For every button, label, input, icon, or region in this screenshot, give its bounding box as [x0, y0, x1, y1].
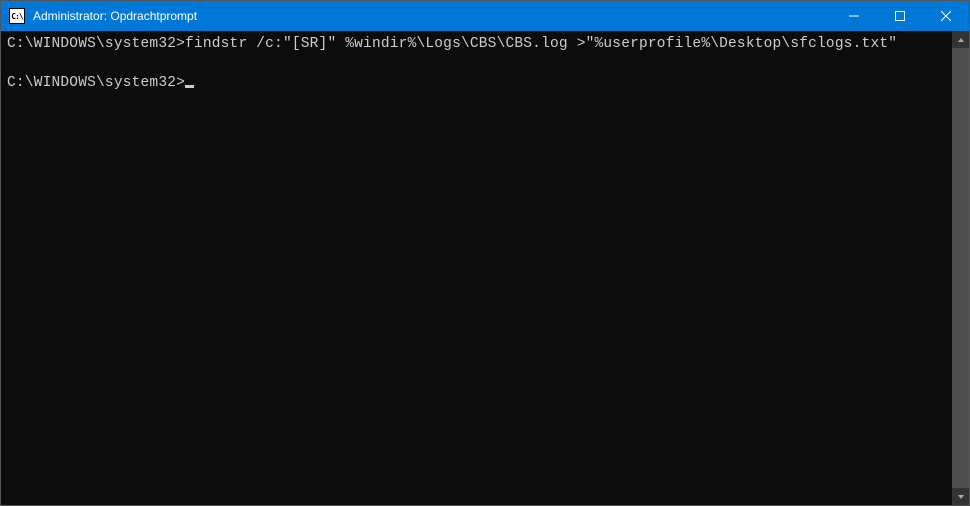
terminal-container: C:\WINDOWS\system32>findstr /c:"[SR]" %w…	[1, 31, 969, 505]
scrollbar[interactable]	[952, 31, 969, 505]
close-button[interactable]	[923, 1, 969, 31]
titlebar[interactable]: C:\ Administrator: Opdrachtprompt	[1, 1, 969, 31]
cursor	[185, 85, 194, 88]
scroll-up-button[interactable]	[952, 31, 969, 48]
cmd-icon: C:\	[9, 8, 25, 24]
window-controls	[831, 1, 969, 31]
terminal-output[interactable]: C:\WINDOWS\system32>findstr /c:"[SR]" %w…	[1, 31, 952, 505]
scroll-down-button[interactable]	[952, 488, 969, 505]
maximize-button[interactable]	[877, 1, 923, 31]
minimize-button[interactable]	[831, 1, 877, 31]
command-line: C:\WINDOWS\system32>findstr /c:"[SR]" %w…	[7, 35, 950, 55]
prompt: C:\WINDOWS\system32>	[7, 75, 185, 91]
command-line: C:\WINDOWS\system32>	[7, 74, 950, 94]
scrollbar-thumb[interactable]	[952, 48, 969, 488]
command-text: findstr /c:"[SR]" %windir%\Logs\CBS\CBS.…	[185, 36, 897, 52]
window-title: Administrator: Opdrachtprompt	[31, 9, 831, 23]
blank-line	[7, 55, 950, 75]
prompt: C:\WINDOWS\system32>	[7, 36, 185, 52]
